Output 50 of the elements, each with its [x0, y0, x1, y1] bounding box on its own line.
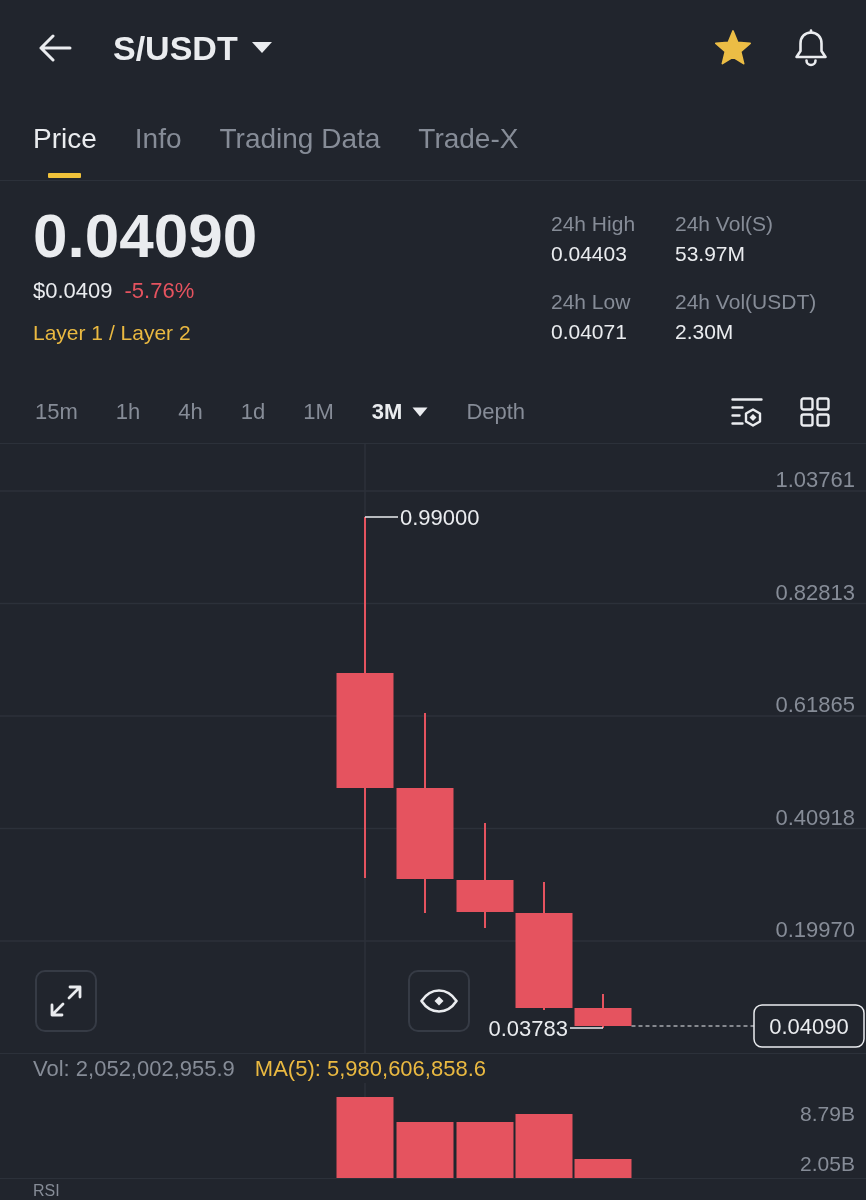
axis-label: 2.05B	[800, 1151, 855, 1175]
tab[interactable]: Price	[33, 95, 97, 180]
bell-icon[interactable]	[793, 28, 829, 67]
stat-value: 0.04071	[551, 319, 627, 345]
interval-menu[interactable]: 3M	[371, 396, 429, 427]
star-icon[interactable]	[714, 30, 752, 65]
axis-label: 8.79B	[800, 1101, 855, 1125]
stat-value: 0.04403	[551, 241, 627, 267]
stat-label: 24h High	[551, 211, 636, 237]
leader-line	[569, 1027, 604, 1029]
stat-label: 24h Low	[551, 289, 631, 315]
interval-tab[interactable]: 4h	[178, 396, 203, 427]
interval-tab[interactable]: 1d	[240, 396, 266, 427]
axis-label: 0.19970	[775, 917, 855, 942]
price-change: -5.76%	[124, 277, 195, 305]
stat-label: 24h Vol(S)	[675, 211, 774, 237]
interval-tab[interactable]: 15m	[35, 396, 78, 427]
interval-tab[interactable]: 1M	[303, 396, 334, 427]
tab[interactable]: Trading Data	[219, 95, 381, 180]
eye-button[interactable]	[408, 970, 470, 1032]
price-tag: 0.04090	[753, 1004, 865, 1048]
tab[interactable]: Info	[134, 95, 182, 180]
axis-label: 1.03761	[775, 467, 855, 492]
stat-label: 24h Vol(USDT)	[675, 289, 817, 315]
tab[interactable]: Trade-X	[418, 95, 519, 180]
expand-icon	[50, 985, 82, 1017]
axis-label: 0.40918	[775, 804, 855, 830]
category-link[interactable]: Layer 1 / Layer 2	[33, 321, 191, 344]
caret-icon	[250, 41, 273, 54]
caret-icon	[412, 406, 429, 417]
pair-selector[interactable]: S/USDT	[113, 27, 273, 68]
legend-text: MA(5): 5,980,606,858.6	[254, 1055, 486, 1082]
axis-label: 0.82813	[775, 579, 855, 605]
stat-value: 2.30M	[675, 319, 734, 345]
lines-hexagon-icon[interactable]	[731, 396, 763, 427]
price-label: 0.99000	[400, 505, 480, 530]
indicator-label: RSI	[33, 1181, 60, 1200]
leader-line	[364, 516, 399, 518]
interval-tab[interactable]: Depth	[466, 396, 526, 427]
eye-icon	[420, 989, 458, 1013]
axis-label: 0.61865	[775, 692, 855, 717]
last-price: 0.04090	[33, 203, 258, 269]
fiat-price: $0.0409	[33, 277, 113, 305]
interval-tab[interactable]: 1h	[115, 396, 141, 427]
legend-text: Vol: 2,052,002,955.9	[33, 1055, 235, 1082]
back-arrow-icon[interactable]	[38, 33, 72, 62]
price-label: 0.03783	[488, 1016, 568, 1041]
stat-value: 53.97M	[675, 241, 746, 267]
grid-icon[interactable]	[800, 396, 830, 427]
expand-button[interactable]	[35, 970, 97, 1032]
